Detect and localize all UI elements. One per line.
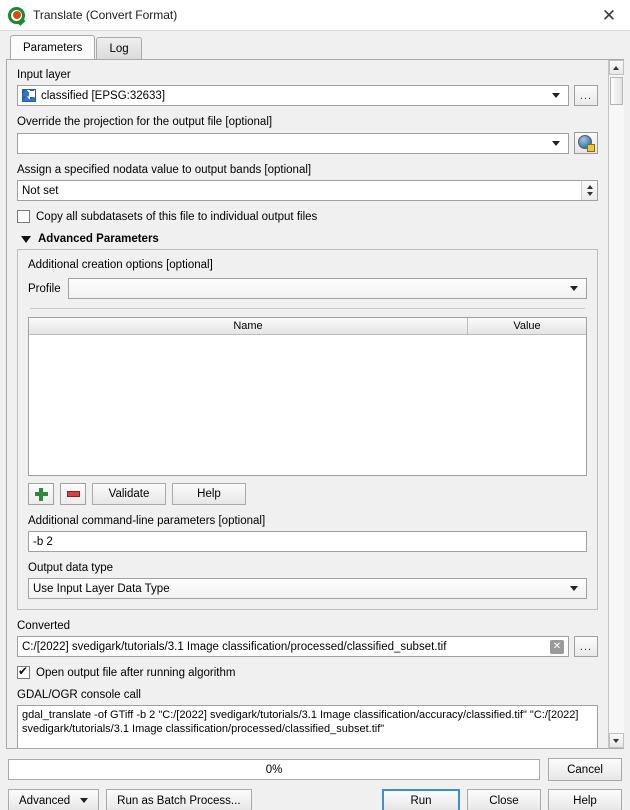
remove-row-icon[interactable] (60, 483, 86, 505)
advanced-menu-button[interactable]: Advanced (8, 789, 100, 810)
tab-parameters-label: Parameters (23, 41, 83, 54)
scrollbar-thumb[interactable] (609, 77, 623, 105)
input-layer-label: Input layer (17, 69, 71, 81)
advanced-parameters-label: Advanced Parameters (38, 233, 159, 245)
title-bar: Translate (Convert Format) ✕ (0, 0, 630, 31)
output-data-type-value: Use Input Layer Data Type (33, 582, 170, 595)
divider (30, 308, 585, 309)
window-title: Translate (Convert Format) (33, 8, 178, 22)
override-projection-row (17, 132, 598, 154)
chevron-down-icon (570, 286, 578, 291)
chevron-down-icon (80, 798, 89, 803)
tab-strip: Parameters Log (0, 31, 630, 59)
spinner-up-icon[interactable] (586, 184, 593, 189)
creation-options-table[interactable]: Name Value (28, 317, 587, 476)
table-buttons-row: Validate Help (28, 483, 587, 505)
close-button[interactable]: Close (467, 789, 541, 810)
input-layer-browse-button[interactable]: ... (574, 85, 598, 106)
advanced-parameters-box: Additional creation options [optional] P… (17, 249, 598, 610)
converted-label: Converted (17, 620, 71, 632)
converted-browse-button[interactable]: ... (574, 636, 598, 657)
vertical-scrollbar[interactable] (608, 60, 624, 748)
converted-output-input[interactable]: C:/[2022] svedigark/tutorials/3.1 Image … (17, 636, 569, 657)
qgis-logo-icon (8, 6, 26, 26)
run-button[interactable]: Run (382, 789, 460, 810)
override-projection-label: Override the projection for the output f… (17, 116, 273, 128)
nodata-spinner-arrows[interactable] (581, 181, 597, 200)
scroll-up-icon[interactable] (608, 60, 624, 75)
add-row-icon[interactable] (28, 483, 54, 505)
spinner-down-icon[interactable] (586, 192, 593, 197)
input-layer-row: classified [EPSG:32633] ... (17, 85, 598, 106)
copy-subdatasets-checkbox[interactable] (17, 210, 30, 223)
scroll-down-icon[interactable] (608, 733, 624, 748)
chevron-down-icon (552, 140, 560, 146)
column-header-value: Value (468, 318, 586, 335)
extra-params-label: Additional command-line parameters [opti… (28, 515, 266, 527)
profile-combo[interactable] (67, 278, 587, 299)
column-header-name: Name (29, 318, 468, 335)
help-button[interactable]: Help (548, 789, 622, 810)
extra-params-input[interactable]: -b 2 (28, 531, 587, 552)
validate-button[interactable]: Validate (92, 483, 166, 505)
progress-text: 0% (265, 763, 283, 776)
profile-row: Profile (28, 278, 587, 299)
nodata-spinner[interactable]: Not set (17, 180, 598, 201)
dialog-button-row: Advanced Run as Batch Process... Run Clo… (8, 789, 622, 810)
progress-row: 0% Cancel (8, 758, 622, 781)
profile-label: Profile (28, 282, 61, 295)
input-layer-combo[interactable]: classified [EPSG:32633] (17, 85, 569, 106)
parameters-scroll-area: Input layer classified [EPSG:32633] ... … (7, 60, 608, 748)
crs-globe-icon[interactable] (574, 132, 598, 154)
open-output-row[interactable]: Open output file after running algorithm (17, 664, 598, 679)
copy-subdatasets-row[interactable]: Copy all subdatasets of this file to ind… (17, 210, 598, 223)
chevron-down-icon (570, 586, 578, 591)
cancel-button[interactable]: Cancel (548, 758, 622, 781)
advanced-parameters-header[interactable]: Advanced Parameters (21, 233, 598, 245)
table-header: Name Value (29, 318, 586, 335)
open-output-label: Open output file after running algorithm (36, 666, 236, 679)
options-help-button[interactable]: Help (172, 483, 246, 505)
clear-icon[interactable]: ✕ (550, 639, 564, 654)
tab-log-label: Log (109, 42, 129, 55)
chevron-down-icon (552, 93, 560, 98)
nodata-value: Not set (22, 184, 59, 197)
raster-layer-icon (22, 89, 36, 102)
converted-row: C:/[2022] svedigark/tutorials/3.1 Image … (17, 636, 598, 657)
close-icon[interactable]: ✕ (594, 2, 624, 28)
output-data-type-label: Output data type (28, 562, 114, 574)
open-output-checkbox[interactable] (17, 664, 30, 679)
console-call-text[interactable]: gdal_translate -of GTiff -b 2 "C:/[2022]… (17, 705, 598, 748)
nodata-label: Assign a specified nodata value to outpu… (17, 164, 312, 176)
run-as-batch-button[interactable]: Run as Batch Process... (106, 789, 252, 810)
triangle-down-icon (21, 235, 31, 243)
scrollbar-track[interactable] (608, 75, 624, 733)
creation-options-label: Additional creation options [optional] (28, 259, 213, 271)
progress-bar: 0% (8, 759, 540, 780)
console-call-label: GDAL/OGR console call (17, 689, 141, 701)
output-data-type-combo[interactable]: Use Input Layer Data Type (28, 578, 587, 599)
copy-subdatasets-label: Copy all subdatasets of this file to ind… (36, 210, 318, 223)
override-projection-combo[interactable] (17, 132, 569, 154)
advanced-menu-label: Advanced (19, 794, 71, 807)
input-layer-value: classified [EPSG:32633] (41, 89, 166, 102)
converted-output-value: C:/[2022] svedigark/tutorials/3.1 Image … (22, 640, 447, 653)
parameters-panel: Input layer classified [EPSG:32633] ... … (6, 59, 624, 749)
table-body[interactable] (29, 335, 586, 475)
tab-log[interactable]: Log (96, 37, 142, 59)
tab-parameters[interactable]: Parameters (10, 35, 96, 59)
